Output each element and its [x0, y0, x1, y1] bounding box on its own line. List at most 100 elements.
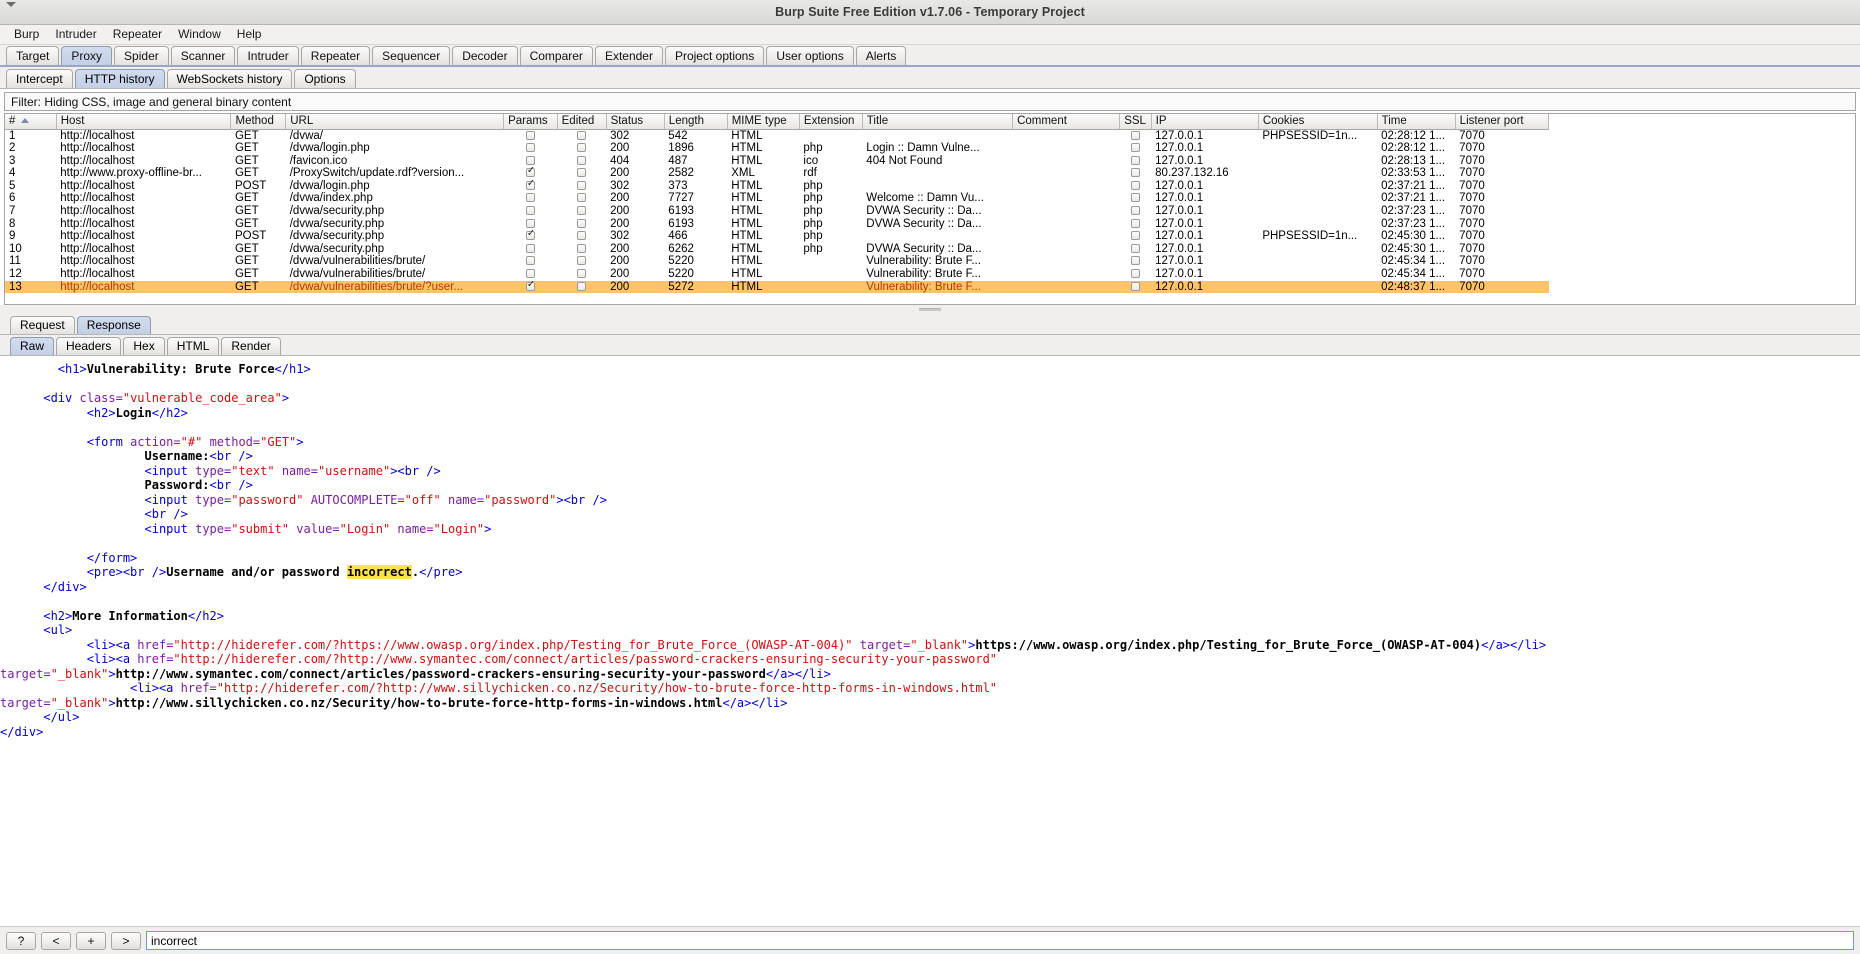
cell-edited-checkbox[interactable]: [557, 155, 606, 168]
cell-edited-checkbox[interactable]: [557, 167, 606, 180]
cell-params-checkbox[interactable]: [504, 268, 558, 281]
cell-ssl-checkbox[interactable]: [1120, 167, 1151, 180]
viewtab-hex[interactable]: Hex: [123, 337, 164, 355]
menu-item-intruder[interactable]: Intruder: [47, 25, 104, 44]
table-row[interactable]: 4http://www.proxy-offline-br...GET/Proxy…: [5, 167, 1549, 180]
table-row[interactable]: 8http://localhostGET/dvwa/security.php20…: [5, 218, 1549, 231]
tab-scanner[interactable]: Scanner: [171, 46, 236, 65]
cell-edited-checkbox[interactable]: [557, 180, 606, 193]
cell-params-checkbox[interactable]: [504, 255, 558, 268]
cell-ssl-checkbox[interactable]: [1120, 281, 1151, 294]
cell-edited-checkbox[interactable]: [557, 281, 606, 294]
column-header-comment[interactable]: Comment: [1013, 114, 1120, 129]
table-row[interactable]: 12http://localhostGET/dvwa/vulnerabiliti…: [5, 268, 1549, 281]
cell-ssl-checkbox[interactable]: [1120, 243, 1151, 256]
column-header-status[interactable]: Status: [606, 114, 664, 129]
table-row[interactable]: 7http://localhostGET/dvwa/security.php20…: [5, 205, 1549, 218]
table-row[interactable]: 13http://localhostGET/dvwa/vulnerabiliti…: [5, 281, 1549, 294]
column-header-ip[interactable]: IP: [1151, 114, 1258, 129]
search-previous-button[interactable]: <: [41, 932, 71, 950]
menu-item-burp[interactable]: Burp: [6, 25, 47, 44]
column-header-title[interactable]: Title: [862, 114, 1012, 129]
cell-ssl-checkbox[interactable]: [1120, 155, 1151, 168]
viewtab-headers[interactable]: Headers: [56, 337, 121, 355]
menu-item-repeater[interactable]: Repeater: [105, 25, 170, 44]
table-row[interactable]: 10http://localhostGET/dvwa/security.php2…: [5, 243, 1549, 256]
tab-response[interactable]: Response: [77, 316, 151, 334]
cell-edited-checkbox[interactable]: [557, 230, 606, 243]
tab-target[interactable]: Target: [6, 46, 59, 65]
tab-repeater[interactable]: Repeater: [301, 46, 370, 65]
cell-ssl-checkbox[interactable]: [1120, 129, 1151, 142]
tab-decoder[interactable]: Decoder: [452, 46, 517, 65]
cell-params-checkbox[interactable]: [504, 205, 558, 218]
cell-params-checkbox[interactable]: [504, 281, 558, 294]
column-header-cookies[interactable]: Cookies: [1258, 114, 1377, 129]
tab-intruder[interactable]: Intruder: [237, 46, 298, 65]
cell-edited-checkbox[interactable]: [557, 142, 606, 155]
column-header-edited[interactable]: Edited: [557, 114, 606, 129]
subtab-websockets-history[interactable]: WebSockets history: [167, 69, 293, 88]
table-row[interactable]: 2http://localhostGET/dvwa/login.php20018…: [5, 142, 1549, 155]
cell-ssl-checkbox[interactable]: [1120, 230, 1151, 243]
cell-params-checkbox[interactable]: [504, 142, 558, 155]
tab-sequencer[interactable]: Sequencer: [372, 46, 450, 65]
table-row[interactable]: 1http://localhostGET/dvwa/302542HTML127.…: [5, 129, 1549, 142]
column-header-number[interactable]: #: [5, 114, 56, 129]
cell-params-checkbox[interactable]: [504, 180, 558, 193]
tab-project-options[interactable]: Project options: [665, 46, 764, 65]
cell-edited-checkbox[interactable]: [557, 129, 606, 142]
table-row[interactable]: 9http://localhostPOST/dvwa/security.php3…: [5, 230, 1549, 243]
tab-user-options[interactable]: User options: [766, 46, 853, 65]
cell-ssl-checkbox[interactable]: [1120, 192, 1151, 205]
cell-edited-checkbox[interactable]: [557, 255, 606, 268]
subtab-http-history[interactable]: HTTP history: [75, 69, 165, 88]
column-header-length[interactable]: Length: [664, 114, 727, 129]
search-add-button[interactable]: +: [76, 932, 106, 950]
response-raw-viewer[interactable]: <h1>Vulnerability: Brute Force</h1> <div…: [0, 356, 1860, 768]
subtab-options[interactable]: Options: [294, 69, 355, 88]
cell-params-checkbox[interactable]: [504, 155, 558, 168]
table-row[interactable]: 3http://localhostGET/favicon.ico404487HT…: [5, 155, 1549, 168]
cell-ssl-checkbox[interactable]: [1120, 255, 1151, 268]
tab-comparer[interactable]: Comparer: [520, 46, 593, 65]
column-header-host[interactable]: Host: [56, 114, 231, 129]
window-menu-caret-icon[interactable]: [6, 2, 16, 7]
cell-edited-checkbox[interactable]: [557, 218, 606, 231]
viewtab-render[interactable]: Render: [221, 337, 280, 355]
table-row[interactable]: 5http://localhostPOST/dvwa/login.php3023…: [5, 180, 1549, 193]
menu-item-help[interactable]: Help: [229, 25, 270, 44]
viewtab-raw[interactable]: Raw: [10, 337, 54, 355]
subtab-intercept[interactable]: Intercept: [6, 69, 73, 88]
cell-params-checkbox[interactable]: [504, 243, 558, 256]
panel-splitter[interactable]: [0, 305, 1860, 314]
cell-edited-checkbox[interactable]: [557, 205, 606, 218]
filter-bar[interactable]: Filter: Hiding CSS, image and general bi…: [4, 92, 1856, 111]
column-header-params[interactable]: Params: [504, 114, 558, 129]
cell-params-checkbox[interactable]: [504, 167, 558, 180]
search-help-button[interactable]: ?: [6, 932, 36, 950]
splitter-grip[interactable]: [919, 308, 941, 311]
table-row[interactable]: 11http://localhostGET/dvwa/vulnerabiliti…: [5, 255, 1549, 268]
cell-ssl-checkbox[interactable]: [1120, 205, 1151, 218]
cell-edited-checkbox[interactable]: [557, 192, 606, 205]
viewtab-html[interactable]: HTML: [167, 337, 220, 355]
tab-alerts[interactable]: Alerts: [856, 46, 907, 65]
cell-edited-checkbox[interactable]: [557, 268, 606, 281]
cell-params-checkbox[interactable]: [504, 192, 558, 205]
cell-ssl-checkbox[interactable]: [1120, 142, 1151, 155]
tab-extender[interactable]: Extender: [595, 46, 663, 65]
tab-proxy[interactable]: Proxy: [61, 46, 112, 65]
tab-spider[interactable]: Spider: [114, 46, 169, 65]
column-header-time[interactable]: Time: [1377, 114, 1455, 129]
column-header-extension[interactable]: Extension: [799, 114, 862, 129]
menu-item-window[interactable]: Window: [170, 25, 229, 44]
tab-request[interactable]: Request: [10, 316, 75, 334]
column-header-url[interactable]: URL: [286, 114, 504, 129]
search-input[interactable]: [146, 931, 1854, 950]
table-row[interactable]: 6http://localhostGET/dvwa/index.php20077…: [5, 192, 1549, 205]
column-header-ssl[interactable]: SSL: [1120, 114, 1151, 129]
search-next-button[interactable]: >: [111, 932, 141, 950]
column-header-method[interactable]: Method: [231, 114, 286, 129]
cell-ssl-checkbox[interactable]: [1120, 268, 1151, 281]
